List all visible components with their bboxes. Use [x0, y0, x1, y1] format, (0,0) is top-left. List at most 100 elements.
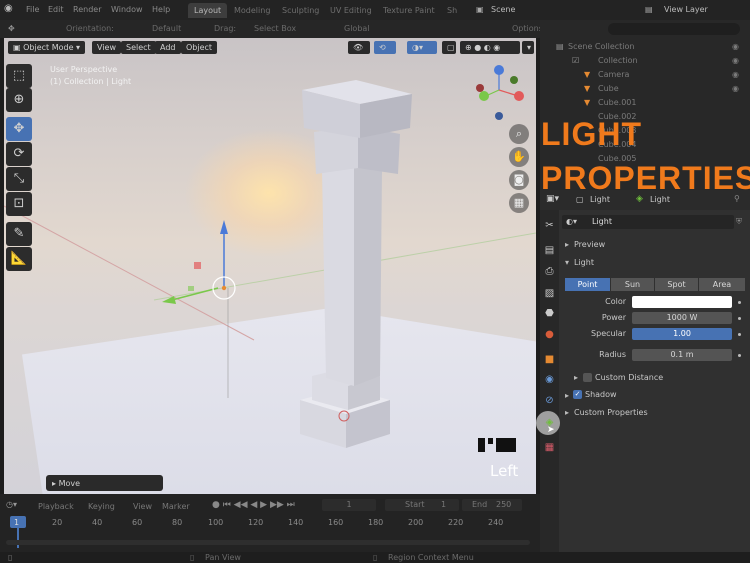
- eye-icon[interactable]: ◉: [732, 70, 746, 84]
- nav-gizmo-neg-z[interactable]: [495, 112, 503, 120]
- shading-options-icon[interactable]: ▾: [522, 41, 534, 54]
- menu-file[interactable]: File: [26, 5, 39, 14]
- timeline-scrollbar[interactable]: [6, 540, 530, 545]
- light-section-header[interactable]: Light: [574, 258, 594, 267]
- keyframe-dot-icon[interactable]: [738, 333, 741, 336]
- viewport-menu-select[interactable]: Select: [121, 41, 156, 54]
- object-mode-dropdown[interactable]: ▣ Object Mode ▾: [8, 41, 86, 54]
- shadow-expand-icon[interactable]: ▸: [565, 391, 569, 400]
- perspective-grid-icon[interactable]: ▦: [509, 193, 529, 213]
- shading-mode-buttons[interactable]: ⊕ ● ◐ ◉: [460, 41, 520, 54]
- custom-properties-expand-icon[interactable]: ▸: [565, 408, 569, 417]
- menu-window[interactable]: Window: [111, 5, 143, 14]
- zoom-icon[interactable]: ⌕: [509, 124, 529, 144]
- outliner-row[interactable]: ▼ Camera: [540, 70, 750, 84]
- gizmo-xz-plane[interactable]: [194, 262, 201, 269]
- tab-sculpting[interactable]: Sculpting: [276, 3, 325, 18]
- outliner-row[interactable]: ☑ Collection: [540, 56, 750, 70]
- keyframe-dot-icon[interactable]: [738, 317, 741, 320]
- tab-shading[interactable]: Sh: [441, 3, 463, 18]
- view-layer-tab-icon[interactable]: ▨: [543, 287, 556, 300]
- select-box-tool[interactable]: ⬚: [6, 64, 32, 88]
- gizmo-z-arrow[interactable]: [220, 220, 228, 234]
- view-layer-name[interactable]: View Layer: [664, 5, 708, 14]
- rotate-tool[interactable]: ⟳: [6, 142, 32, 166]
- object-tab-icon[interactable]: ■: [543, 353, 556, 366]
- blender-logo-icon[interactable]: ◉: [4, 3, 13, 14]
- nav-gizmo-neg-y[interactable]: [510, 76, 518, 84]
- light-type-point[interactable]: Point: [565, 278, 610, 291]
- checkbox-icon[interactable]: ☑: [572, 56, 579, 65]
- overlay-toggle-icon[interactable]: ◑▾: [407, 41, 437, 54]
- transform-tool[interactable]: ⊡: [6, 192, 32, 216]
- current-frame-field[interactable]: 1: [322, 499, 376, 511]
- playback-controls-icon[interactable]: ● ⏮ ◀◀ ◀ ▶ ▶▶ ⏭: [212, 500, 295, 510]
- viewport-menu-add[interactable]: Add: [155, 41, 181, 54]
- menu-render[interactable]: Render: [73, 5, 101, 14]
- start-frame-field[interactable]: Start 1: [385, 499, 459, 511]
- viewport-menu-object[interactable]: Object: [181, 41, 218, 54]
- keyframe-dot-icon[interactable]: [738, 354, 741, 357]
- world-tab-icon[interactable]: ●: [543, 328, 556, 341]
- physics-tab-icon[interactable]: ◉: [543, 373, 556, 386]
- visibility-icon[interactable]: 👁: [348, 41, 370, 54]
- timeline-menu-keying[interactable]: Keying: [88, 502, 115, 511]
- scene-tab-icon[interactable]: ⬣: [543, 307, 556, 320]
- pan-hand-icon[interactable]: ✋: [509, 147, 529, 167]
- render-tab-icon[interactable]: ▤: [543, 244, 556, 257]
- shadow-checkbox[interactable]: ✓: [573, 390, 582, 399]
- custom-properties-section-header[interactable]: Custom Properties: [574, 408, 648, 417]
- tab-layout[interactable]: Layout: [188, 3, 228, 18]
- move-tool[interactable]: ✥: [6, 117, 32, 141]
- gizmo-xy-plane[interactable]: [188, 286, 194, 291]
- custom-distance-expand-icon[interactable]: ▸: [574, 373, 578, 382]
- 3d-viewport[interactable]: ▣ Object Mode ▾ View Select Add Object 👁…: [4, 38, 536, 494]
- keyframe-dot-icon[interactable]: [738, 301, 741, 304]
- fake-user-shield-icon[interactable]: ⛨: [736, 217, 742, 227]
- tab-texture-paint[interactable]: Texture Paint: [377, 3, 441, 18]
- last-operation-panel[interactable]: ▸ Move: [46, 475, 163, 491]
- radius-field[interactable]: 0.1 m: [632, 349, 732, 361]
- light-datablock-selector[interactable]: ◐▾ Light: [562, 215, 734, 229]
- cursor-tool[interactable]: ⊕: [6, 88, 32, 112]
- menu-edit[interactable]: Edit: [48, 5, 64, 14]
- nav-gizmo-y[interactable]: [479, 91, 489, 101]
- light-object-origin[interactable]: [221, 285, 227, 291]
- outliner-row[interactable]: ▼ Cube.001: [540, 98, 750, 112]
- scene-name[interactable]: Scene: [491, 5, 515, 14]
- tool-tab-icon[interactable]: ✂: [543, 219, 556, 232]
- options-dropdown[interactable]: Options: [512, 24, 543, 33]
- preview-section-header[interactable]: Preview: [574, 240, 605, 249]
- output-tab-icon[interactable]: ⎙: [543, 265, 556, 278]
- gizmo-y-axis[interactable]: [171, 287, 219, 301]
- timeline-menu-view[interactable]: View: [133, 502, 152, 511]
- annotate-tool[interactable]: ✎: [6, 222, 32, 246]
- menu-help[interactable]: Help: [152, 5, 170, 14]
- timeline-menu-playback[interactable]: Playback: [38, 502, 74, 511]
- timeline-menu-marker[interactable]: Marker: [162, 502, 190, 511]
- light-collapse-icon[interactable]: ▾: [565, 258, 569, 267]
- outliner-search-input[interactable]: [608, 23, 740, 35]
- nav-gizmo-x[interactable]: [514, 91, 524, 101]
- color-swatch[interactable]: [632, 296, 732, 308]
- outliner-row[interactable]: ▼ Cube: [540, 84, 750, 98]
- viewport-menu-view[interactable]: View: [92, 41, 121, 54]
- texture-tab-icon[interactable]: ▦: [543, 441, 556, 454]
- nav-gizmo-z[interactable]: [494, 65, 504, 75]
- eye-icon[interactable]: ◉: [732, 84, 746, 98]
- outliner-row[interactable]: ▤ Scene Collection: [540, 42, 750, 56]
- measure-tool[interactable]: 📐: [6, 247, 32, 271]
- nav-gizmo-neg-x[interactable]: [476, 84, 484, 92]
- transform-orientation-dropdown[interactable]: Global: [344, 24, 370, 33]
- timeline-editor-icon[interactable]: ◷▾: [6, 500, 17, 509]
- custom-distance-checkbox[interactable]: [583, 373, 592, 382]
- eye-icon[interactable]: ◉: [732, 42, 746, 56]
- shadow-section-header[interactable]: Shadow: [585, 390, 617, 399]
- camera-view-icon[interactable]: ◙: [509, 170, 529, 190]
- specular-slider[interactable]: 1.00: [632, 328, 732, 340]
- tab-modeling[interactable]: Modeling: [228, 3, 276, 18]
- preview-expand-icon[interactable]: ▸: [565, 240, 569, 249]
- light-type-area[interactable]: Area: [699, 278, 745, 291]
- gizmo-toggle-icon[interactable]: ⟲: [374, 41, 396, 54]
- xray-toggle-icon[interactable]: ▢: [442, 41, 456, 54]
